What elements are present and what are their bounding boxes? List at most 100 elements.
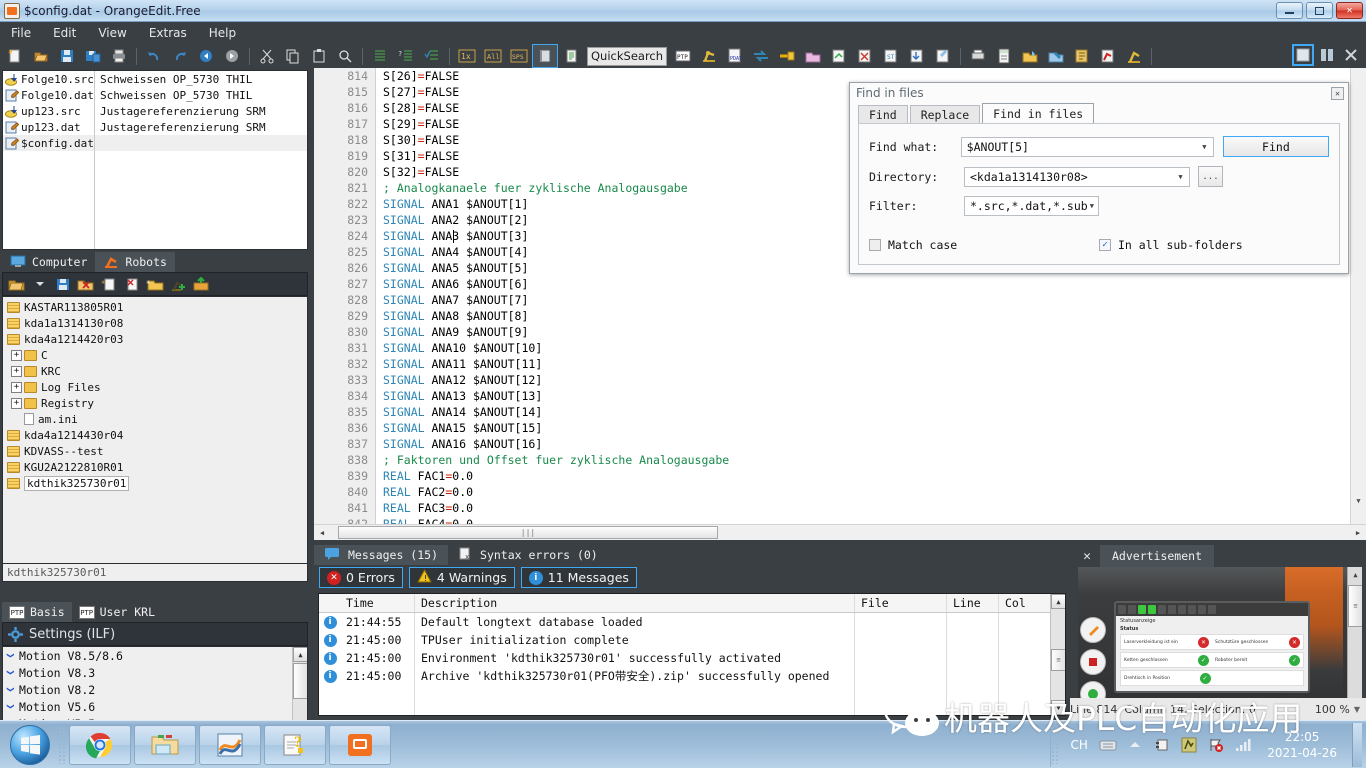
find-in-files-dialog[interactable]: Find in files ✕ Find Replace Find in fil… (849, 82, 1349, 274)
find-button[interactable]: Find (1222, 136, 1329, 157)
cable-icon[interactable] (775, 45, 799, 67)
expander-icon[interactable]: + (11, 397, 22, 409)
robot-yellow-icon[interactable] (697, 45, 721, 67)
outdent-icon[interactable]: ? (394, 45, 418, 67)
tree-item[interactable]: am.ini (3, 411, 307, 427)
export-icon[interactable] (853, 45, 877, 67)
filter-errors-button[interactable]: ✕ 0 Errors (319, 567, 403, 588)
tree-item[interactable]: KASTAR113805R01 (3, 299, 307, 315)
chevron-down-icon[interactable]: ❯ (5, 652, 16, 658)
editor-horizontal-scrollbar[interactable]: ◀ ||| ▶ (314, 524, 1366, 540)
sps-icon[interactable]: SPS (507, 45, 531, 67)
menu-help[interactable]: Help (198, 24, 247, 42)
tab-robots[interactable]: Robots (95, 252, 175, 272)
undo-icon[interactable] (142, 45, 166, 67)
show-hidden-icons-icon[interactable] (1126, 736, 1144, 754)
folder-pink-icon[interactable] (801, 45, 825, 67)
tab-find-in-files[interactable]: Find in files (982, 103, 1095, 123)
wizard-icon[interactable] (931, 45, 955, 67)
tray-grip[interactable] (1051, 725, 1060, 764)
tab-replace[interactable]: Replace (909, 105, 981, 123)
scroll-up-arrow[interactable]: ▲ (293, 647, 307, 662)
expander-icon[interactable]: + (11, 349, 22, 361)
tree-item[interactable]: kda1a1314130r08 (3, 315, 307, 331)
settings-item[interactable]: ❯ Motion V8.2 (3, 681, 307, 698)
taskbar-clock[interactable]: 22:05 2021-04-26 (1267, 729, 1337, 761)
taskbar-document-button[interactable] (199, 724, 261, 765)
menu-edit[interactable]: Edit (42, 24, 87, 42)
tree-item[interactable]: + KRC (3, 363, 307, 379)
expander-icon[interactable]: + (11, 381, 22, 393)
scroll-thumb[interactable] (293, 663, 307, 699)
open-folder-icon[interactable] (29, 45, 53, 67)
chevron-down-icon[interactable]: ▼ (1174, 173, 1187, 181)
close-folder-icon[interactable] (75, 274, 97, 294)
show-desktop-button[interactable] (1352, 722, 1362, 767)
copy-icon[interactable] (281, 45, 305, 67)
tab-find[interactable]: Find (858, 105, 908, 123)
keyboard-layout-indicator[interactable]: CH (1068, 736, 1090, 754)
minimize-button[interactable] (1276, 2, 1303, 19)
filter-messages-button[interactable]: i 11 Messages (520, 567, 637, 588)
scroll-up-arrow[interactable]: ▲ (1348, 567, 1362, 582)
open-files-list[interactable]: Folge10.src Folge10.dat up123.src up123.dat… (2, 70, 308, 250)
code-line[interactable]: SIGNAL ANA10 $ANOUT[10] (377, 340, 1350, 356)
new-file-icon[interactable]: ✳ (98, 274, 120, 294)
tab-syntax-errors[interactable]: x Syntax errors (0) (448, 545, 608, 565)
tree-item[interactable]: kda4a1214420r03 (3, 331, 307, 347)
document-icon[interactable] (559, 45, 583, 67)
tree-item[interactable]: kdthik325730r01 (3, 475, 307, 491)
notes-icon[interactable] (1070, 45, 1094, 67)
ptp-icon[interactable]: PTP (671, 45, 695, 67)
split-pane-icon[interactable] (1318, 46, 1336, 64)
match-case-checkbox[interactable]: Match case (869, 238, 1099, 252)
taskbar-grip[interactable] (58, 725, 66, 764)
code-line[interactable]: SIGNAL ANA15 $ANOUT[15] (377, 420, 1350, 436)
code-line[interactable]: SIGNAL ANA7 $ANOUT[7] (377, 292, 1350, 308)
table-row[interactable]: i 21:44:55 Default longtext database loade… (319, 613, 1065, 631)
code-line[interactable]: SIGNAL ANA14 $ANOUT[14] (377, 404, 1350, 420)
taskbar-orangeedit-button[interactable] (329, 724, 391, 765)
scroll-up-arrow[interactable]: ▲ (1051, 594, 1065, 609)
tree-item[interactable]: KDVASS--test (3, 443, 307, 459)
chevron-down-icon[interactable]: ▼ (1088, 202, 1096, 210)
redo-icon[interactable] (168, 45, 192, 67)
robot-tree[interactable]: KASTAR113805R01 kda1a1314130r08 kda4a12144… (2, 296, 308, 564)
editor-scroll-left-arrow[interactable]: ◀ (314, 525, 330, 540)
calculator-icon[interactable] (992, 45, 1016, 67)
find-icon[interactable] (333, 45, 357, 67)
tree-item[interactable]: + C (3, 347, 307, 363)
advertisement-scrollbar[interactable]: ▲ ≡ ▼ (1347, 567, 1362, 715)
browse-directory-button[interactable]: ... (1198, 166, 1223, 187)
robot-red-icon[interactable] (1096, 45, 1120, 67)
chevron-down-icon[interactable]: ❯ (5, 669, 16, 675)
tree-item[interactable]: + Registry (3, 395, 307, 411)
taskbar-help-button[interactable]: ? (264, 724, 326, 765)
code-line[interactable]: SIGNAL ANA8 $ANOUT[8] (377, 308, 1350, 324)
chevron-down-icon[interactable]: ❯ (5, 703, 16, 709)
restore-button[interactable] (1306, 2, 1333, 19)
editor-scroll-right-arrow[interactable]: ▶ (1350, 525, 1366, 540)
file-list-item[interactable]: up123.dat (3, 119, 94, 135)
close-button[interactable]: ✕ (1336, 2, 1363, 19)
chevron-down-icon[interactable]: ❯ (5, 686, 16, 692)
tab-messages[interactable]: Messages (15) (314, 545, 449, 565)
signal-icon[interactable] (1234, 736, 1252, 754)
chevron-down-icon[interactable]: ▼ (1354, 705, 1360, 714)
import-icon[interactable] (827, 45, 851, 67)
ime-keyboard-icon[interactable] (1099, 736, 1117, 754)
tree-item[interactable]: + Log Files (3, 379, 307, 395)
tree-item[interactable]: kda4a1214430r04 (3, 427, 307, 443)
menu-file[interactable]: File (0, 24, 42, 42)
archive-icon[interactable] (1018, 45, 1042, 67)
settings-item[interactable]: ❯ Motion V5.6 (3, 698, 307, 715)
expander-icon[interactable]: + (11, 365, 22, 377)
taskbar-explorer-button[interactable] (134, 724, 196, 765)
tab-basis[interactable]: PTP Basis (2, 602, 72, 622)
cut-icon[interactable] (255, 45, 279, 67)
plug-icon[interactable] (1153, 736, 1171, 754)
file-list-item[interactable]: $config.dat (3, 135, 94, 151)
close-icon[interactable]: ✕ (1074, 549, 1100, 564)
filter-input[interactable]: *.src,*.dat,*.sub ▼ (964, 196, 1099, 216)
save-icon[interactable] (55, 45, 79, 67)
